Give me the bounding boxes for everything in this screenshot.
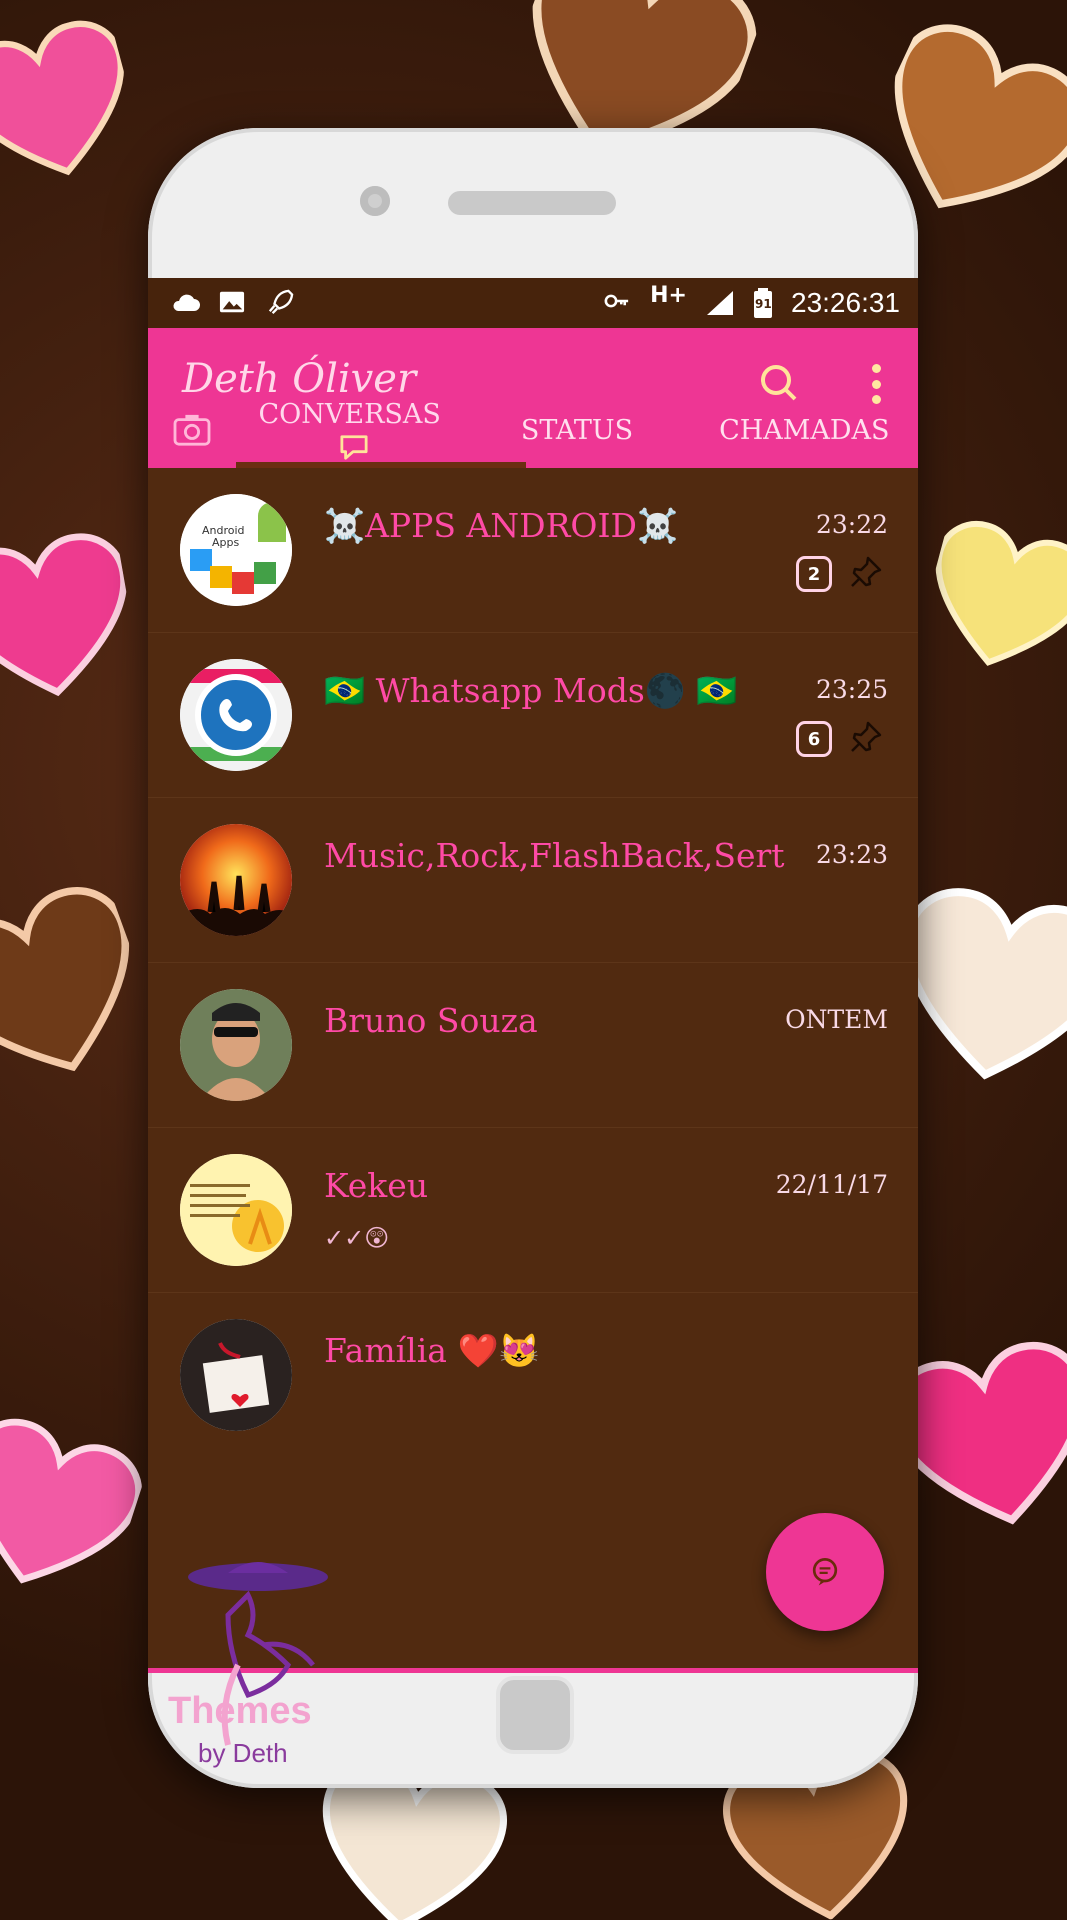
svg-text:Apps: Apps: [212, 536, 239, 549]
chat-time: 23:23: [815, 840, 888, 869]
chat-row[interactable]: Android Apps ☠️APPS ANDROID☠️ 23:22 2: [148, 468, 918, 633]
watermark-subtitle: by Deth: [198, 1738, 288, 1768]
chat-name: 🇧🇷 Whatsapp Mods🌑 🇧🇷: [324, 671, 738, 710]
rocket-icon: [266, 289, 296, 317]
chat-time: 22/11/17: [775, 1170, 888, 1199]
battery-icon: 91: [753, 288, 773, 318]
earpiece-speaker: [448, 191, 616, 215]
app-bar: Deth Óliver CONVERSAS STATUS CHAMADAS: [148, 328, 918, 468]
last-message: ✓✓😲: [324, 1224, 390, 1252]
watermark-title: Themes: [168, 1690, 312, 1732]
key-icon: [602, 289, 632, 317]
chat-name: Bruno Souza: [324, 1001, 538, 1040]
clock: 23:26:31: [791, 287, 900, 318]
signal-icon: [705, 289, 735, 317]
heart-decoration: [0, 517, 144, 724]
camera-icon: [173, 414, 211, 446]
chat-row[interactable]: Kekeu 22/11/17 ✓✓😲: [148, 1128, 918, 1293]
chat-time: 23:22: [815, 510, 888, 539]
hardware-home-button[interactable]: [496, 1676, 574, 1754]
chat-name: Music,Rock,FlashBack,Sert: [324, 836, 785, 875]
heart-decoration: [0, 12, 147, 198]
pin-icon: [848, 719, 884, 755]
heart-decoration: [0, 1398, 154, 1622]
unread-badge: 2: [796, 556, 832, 592]
cloud-icon: [170, 289, 200, 317]
themes-logo: [168, 1555, 358, 1765]
network-type: H+: [650, 282, 687, 308]
chat-time: 23:25: [815, 675, 888, 704]
new-chat-button[interactable]: [766, 1513, 884, 1631]
chat-time: ONTEM: [785, 1005, 888, 1034]
message-icon: [812, 1558, 838, 1586]
screen: H+ 91 23:26:31 Deth Óliver CONVERSAS STA…: [148, 278, 918, 1673]
image-icon: [218, 289, 248, 317]
avatar: [180, 1154, 292, 1266]
tab-conversas-label: CONVERSAS: [258, 399, 441, 430]
chat-bubble-icon: [340, 434, 368, 460]
heart-decoration: [912, 503, 1067, 696]
avatar: [180, 1319, 292, 1431]
chat-row[interactable]: Bruno Souza ONTEM: [148, 963, 918, 1128]
chat-row[interactable]: Família ❤️😻: [148, 1293, 918, 1457]
status-bar: H+ 91 23:26:31: [148, 278, 918, 328]
avatar: [180, 989, 292, 1101]
chat-row[interactable]: 🇧🇷 Whatsapp Mods🌑 🇧🇷 23:25 6: [148, 633, 918, 798]
chat-name: ☠️APPS ANDROID☠️: [324, 506, 679, 545]
tab-conversas[interactable]: CONVERSAS: [236, 399, 463, 461]
tab-chamadas[interactable]: CHAMADAS: [691, 415, 918, 446]
pin-icon: [848, 554, 884, 590]
front-camera: [360, 186, 390, 216]
phone-frame: H+ 91 23:26:31 Deth Óliver CONVERSAS STA…: [148, 128, 918, 1788]
avatar: [180, 659, 292, 771]
chat-name: Família ❤️😻: [324, 1331, 540, 1370]
heart-decoration: [0, 854, 172, 1126]
chat-list: Android Apps ☠️APPS ANDROID☠️ 23:22 2 🇧🇷 …: [148, 468, 918, 1457]
avatar: Android Apps: [180, 494, 292, 606]
chat-name: Kekeu: [324, 1166, 429, 1205]
tab-camera[interactable]: [148, 413, 236, 447]
avatar: [180, 824, 292, 936]
tab-status[interactable]: STATUS: [463, 415, 690, 446]
unread-badge: 6: [796, 721, 832, 757]
battery-level: 91: [755, 297, 772, 311]
tab-bar: CONVERSAS STATUS CHAMADAS: [148, 392, 918, 468]
chat-row[interactable]: Music,Rock,FlashBack,Sert 23:23: [148, 798, 918, 963]
